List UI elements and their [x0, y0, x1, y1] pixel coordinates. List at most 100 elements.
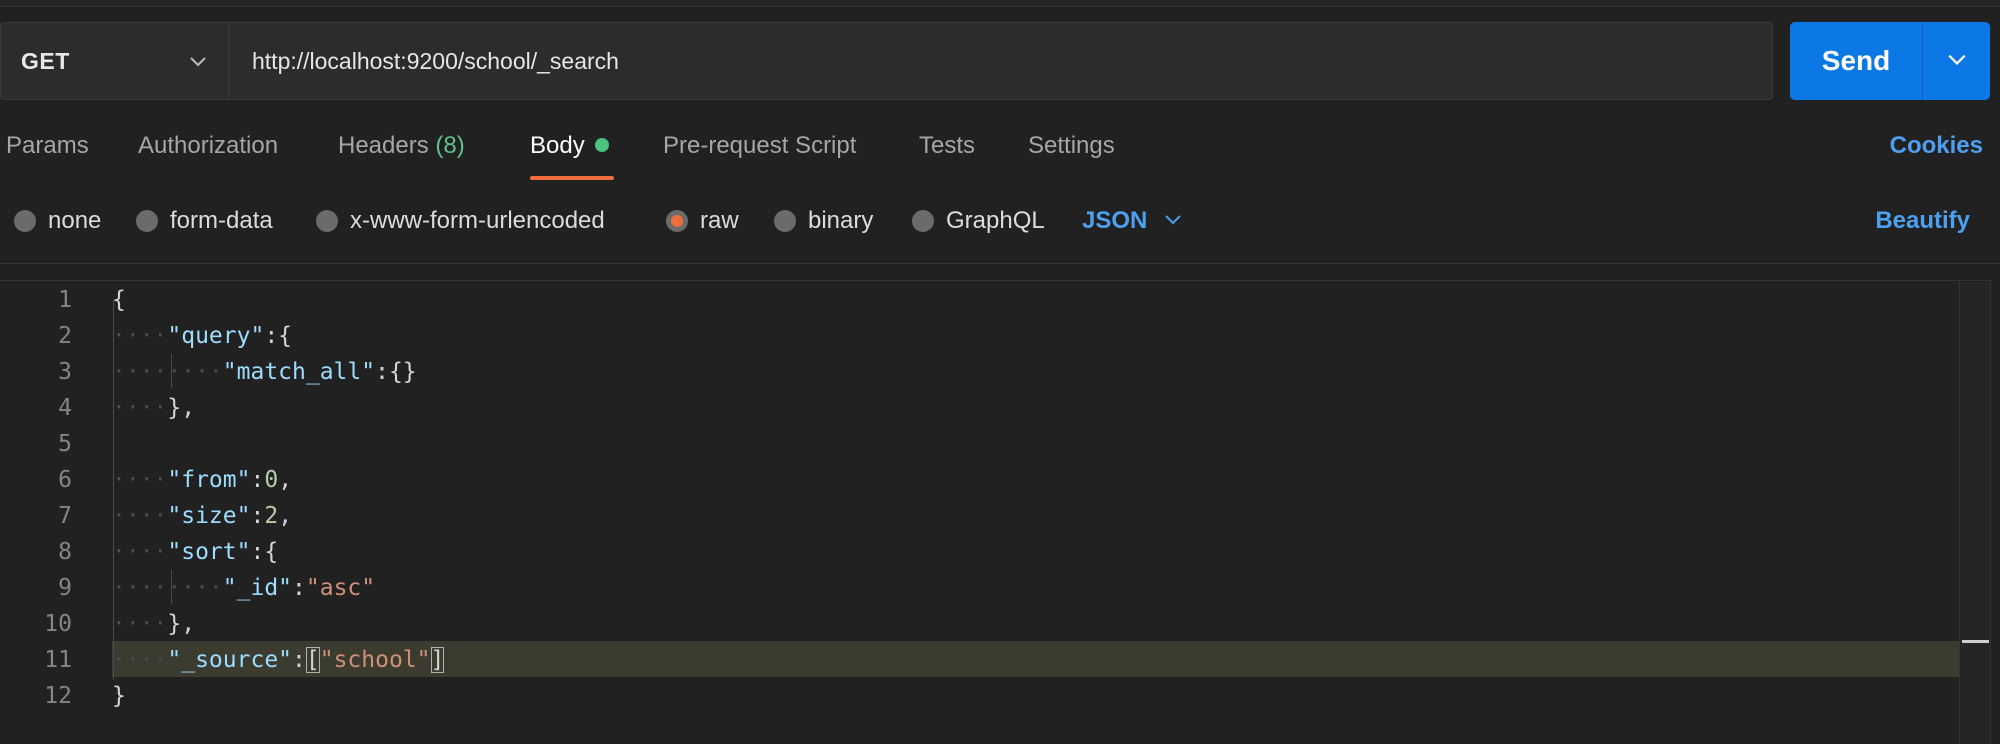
code-token: ····: [112, 323, 168, 349]
tab-label: Body: [530, 132, 585, 159]
tab-params[interactable]: Params: [6, 132, 89, 160]
url-input[interactable]: [252, 47, 1732, 75]
code-token: ····: [167, 359, 223, 385]
tab-label: Tests: [919, 132, 976, 159]
code-token: "asc": [305, 575, 376, 601]
code-token: "query": [167, 323, 265, 349]
tab-label: Authorization: [138, 132, 279, 159]
code-token: "_source": [167, 647, 293, 673]
radio-label: raw: [700, 207, 739, 234]
radio-circle: [912, 210, 934, 232]
code-line: 2 ····"query":{: [0, 318, 1960, 354]
code-token: ····: [112, 647, 168, 673]
code-token: ····: [112, 467, 168, 493]
code-token: },: [167, 395, 196, 421]
code-text: ····"query":{: [112, 318, 292, 354]
code-line: 1{: [0, 282, 1960, 318]
headers-count: (8): [435, 132, 465, 159]
line-number: 10: [44, 611, 72, 637]
chevron-down-icon: [1163, 209, 1183, 234]
send-button[interactable]: Send: [1790, 22, 1922, 100]
tab-authorization[interactable]: Authorization: [138, 132, 278, 160]
code-text: ····},: [112, 606, 195, 642]
tab-pre-request-script[interactable]: Pre-request Script: [663, 132, 856, 160]
code-token: :{: [250, 539, 279, 565]
radio-form-data[interactable]: form-data: [136, 206, 273, 236]
send-options-button[interactable]: [1923, 22, 1990, 100]
code-token: "_id": [222, 575, 293, 601]
radio-label: x-www-form-urlencoded: [350, 207, 605, 234]
request-editor: GET Send Params Authorization Headers (8…: [0, 0, 2000, 744]
editor-scrollbar[interactable]: [1959, 282, 1990, 744]
chevron-down-icon: [1946, 48, 1968, 75]
code-token: ····: [112, 575, 168, 601]
tab-label: Settings: [1028, 132, 1115, 159]
scrollbar-position-marker: [1962, 640, 1989, 643]
top-edge: [0, 0, 2000, 7]
tab-body[interactable]: Body: [530, 132, 609, 160]
code-token: ]: [430, 647, 445, 673]
radio-raw[interactable]: raw: [666, 206, 739, 236]
code-token: }: [112, 683, 126, 709]
line-number: 6: [58, 467, 72, 493]
line-number: 4: [58, 395, 72, 421]
code-token: "sort": [167, 539, 251, 565]
code-token: "match_all": [222, 359, 376, 385]
radio-binary[interactable]: binary: [774, 206, 873, 236]
code-token: ····: [112, 503, 168, 529]
body-indicator-dot: [594, 137, 609, 152]
code-line: 11 ····"_source":["school"]: [0, 642, 1960, 678]
line-number: 9: [58, 575, 72, 601]
code-text: ····"sort":{: [112, 534, 278, 570]
tab-settings[interactable]: Settings: [1028, 132, 1115, 160]
line-number: 3: [58, 359, 72, 385]
code-line: 10 ····},: [0, 606, 1960, 642]
code-text: ········"_id":"asc": [112, 570, 375, 606]
code-token: :{}: [375, 359, 417, 385]
code-token: :: [250, 467, 265, 493]
code-token: "size": [167, 503, 251, 529]
line-number: 8: [58, 539, 72, 565]
code-token: :{: [264, 323, 293, 349]
code-token: {: [112, 287, 126, 313]
code-token: :: [292, 575, 306, 601]
tab-tests[interactable]: Tests: [919, 132, 975, 160]
code-line: 8 ····"sort":{: [0, 534, 1960, 570]
line-number: 11: [44, 647, 72, 673]
radio-x-www-form-urlencoded[interactable]: x-www-form-urlencoded: [316, 206, 605, 236]
code-text: ····"from":0,: [112, 462, 292, 498]
tab-label: Pre-request Script: [663, 132, 857, 159]
radio-label: GraphQL: [946, 207, 1045, 234]
body-format-label: JSON: [1082, 207, 1148, 234]
code-token: 0: [264, 467, 279, 493]
code-text: ····"_source":["school"]: [112, 642, 445, 678]
tab-headers[interactable]: Headers (8): [338, 132, 465, 160]
line-number: 1: [58, 287, 72, 313]
url-field[interactable]: [228, 22, 1773, 100]
radio-circle: [14, 210, 36, 232]
radio-label: form-data: [170, 207, 273, 234]
code-token: ····: [112, 395, 168, 421]
radio-none[interactable]: none: [14, 206, 101, 236]
code-token: ,: [278, 503, 293, 529]
cookies-link[interactable]: Cookies: [1890, 132, 1983, 160]
radio-circle: [136, 210, 158, 232]
body-format-select[interactable]: JSON: [1082, 206, 1183, 236]
radio-label: none: [48, 207, 102, 234]
beautify-button[interactable]: Beautify: [1875, 207, 1970, 235]
code-line: 9 ········"_id":"asc": [0, 570, 1960, 606]
line-number: 5: [58, 431, 72, 457]
tab-label: Headers: [338, 132, 429, 159]
code-line: 12}: [0, 678, 1960, 714]
code-token: ····: [112, 359, 168, 385]
code-token: 2: [264, 503, 279, 529]
radio-graphql[interactable]: GraphQL: [912, 206, 1045, 236]
radio-circle: [316, 210, 338, 232]
code-line: 5: [0, 426, 1960, 462]
send-button-group: Send: [1790, 22, 1990, 100]
radio-label: binary: [808, 207, 874, 234]
line-number: 12: [44, 683, 72, 709]
code-text: ········"match_all":{}: [112, 354, 417, 390]
tab-label: Params: [6, 132, 89, 159]
method-select[interactable]: GET: [0, 22, 228, 100]
